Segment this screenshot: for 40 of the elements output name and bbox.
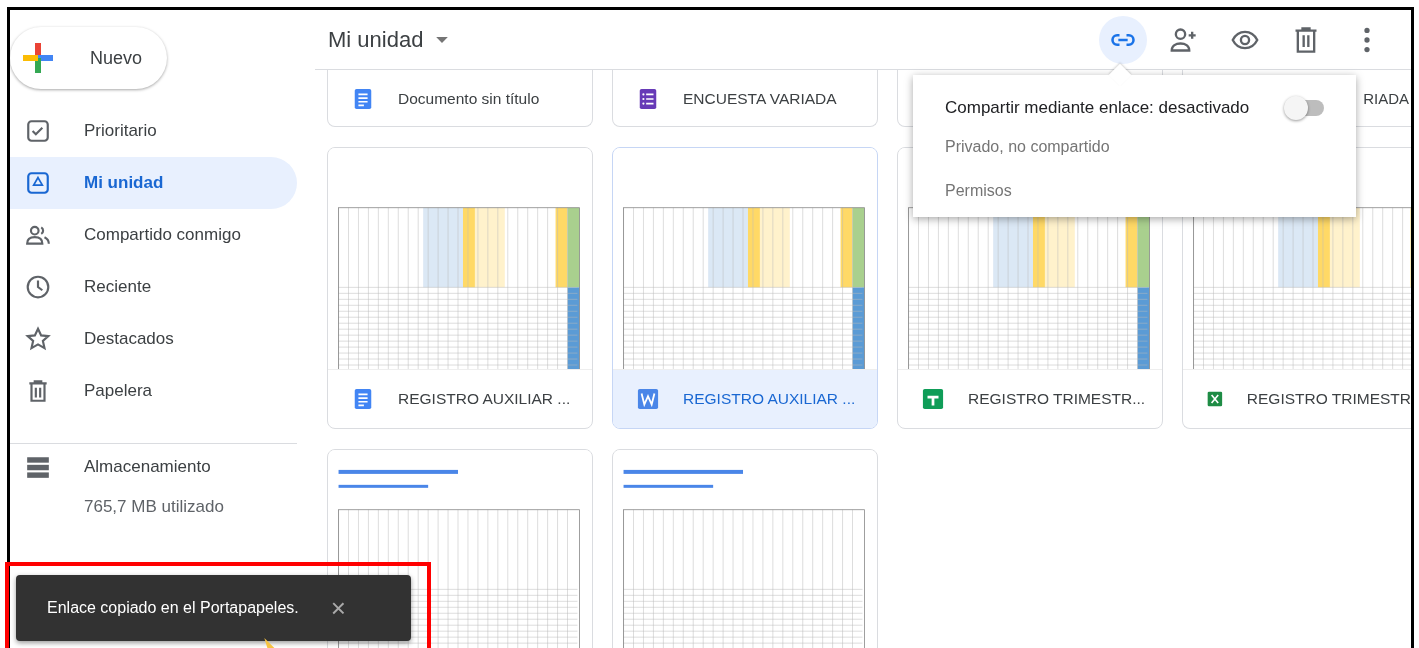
drive-icon bbox=[25, 170, 51, 196]
file-name: Documento sin título bbox=[398, 89, 540, 110]
spreadsheet-icon bbox=[922, 388, 944, 410]
share-link-label: Compartir mediante enlace: desactivado bbox=[945, 97, 1250, 119]
sidebar-item[interactable]: Mi unidad bbox=[10, 157, 297, 209]
link-button[interactable] bbox=[1099, 15, 1147, 64]
clock-icon bbox=[25, 274, 51, 300]
star-icon bbox=[25, 326, 51, 352]
sidebar-item[interactable]: Papelera bbox=[10, 365, 297, 417]
file-card[interactable]: REGISTRO AUXILIAR ... bbox=[327, 147, 593, 429]
storage-label[interactable]: Almacenamiento bbox=[84, 454, 211, 480]
storage-usage: 765,7 MB utilizado bbox=[84, 496, 225, 518]
file-card[interactable]: ENCUESTA VARIADA bbox=[612, 70, 878, 127]
close-button[interactable]: × bbox=[326, 595, 350, 621]
sidebar-item[interactable]: Prioritario bbox=[10, 105, 297, 157]
file-name: REGISTRO AUXILIAR ... bbox=[683, 389, 856, 410]
document-thumbnail[interactable] bbox=[612, 449, 878, 648]
new-button[interactable]: Nuevo bbox=[10, 27, 167, 89]
sidebar-item[interactable]: Reciente bbox=[10, 261, 297, 313]
file-card[interactable]: Documento sin título bbox=[327, 70, 593, 127]
checkbox-icon bbox=[25, 118, 51, 144]
file-name: REGISTRO AUXILIAR ... bbox=[398, 389, 571, 410]
file-name: REGISTRO TRIMESTR bbox=[1246, 389, 1411, 410]
snackbar-message: Enlace copiado en el Portapapeles. bbox=[47, 598, 299, 618]
file-card[interactable]: REGISTRO AUXILIAR ... bbox=[612, 147, 878, 429]
word-icon bbox=[637, 388, 659, 410]
file-name: REGISTRO TRIMESTR... bbox=[968, 389, 1146, 410]
document-icon bbox=[352, 88, 374, 110]
form-icon bbox=[637, 88, 659, 110]
sidebar-item[interactable]: Compartido conmigo bbox=[10, 209, 297, 261]
file-name: ENCUESTA VARIADA bbox=[683, 89, 837, 110]
file-name: RIADA bbox=[1363, 88, 1409, 109]
folder-title[interactable]: Mi unidad bbox=[328, 23, 424, 56]
storage-icon bbox=[25, 454, 51, 480]
add-person-icon bbox=[1170, 25, 1198, 54]
permissions-link[interactable]: Permisos bbox=[945, 178, 1012, 203]
sidebar-item[interactable]: Destacados bbox=[10, 313, 297, 365]
document-icon bbox=[352, 388, 374, 410]
plus-icon bbox=[20, 40, 56, 76]
more-icon bbox=[1364, 26, 1370, 53]
